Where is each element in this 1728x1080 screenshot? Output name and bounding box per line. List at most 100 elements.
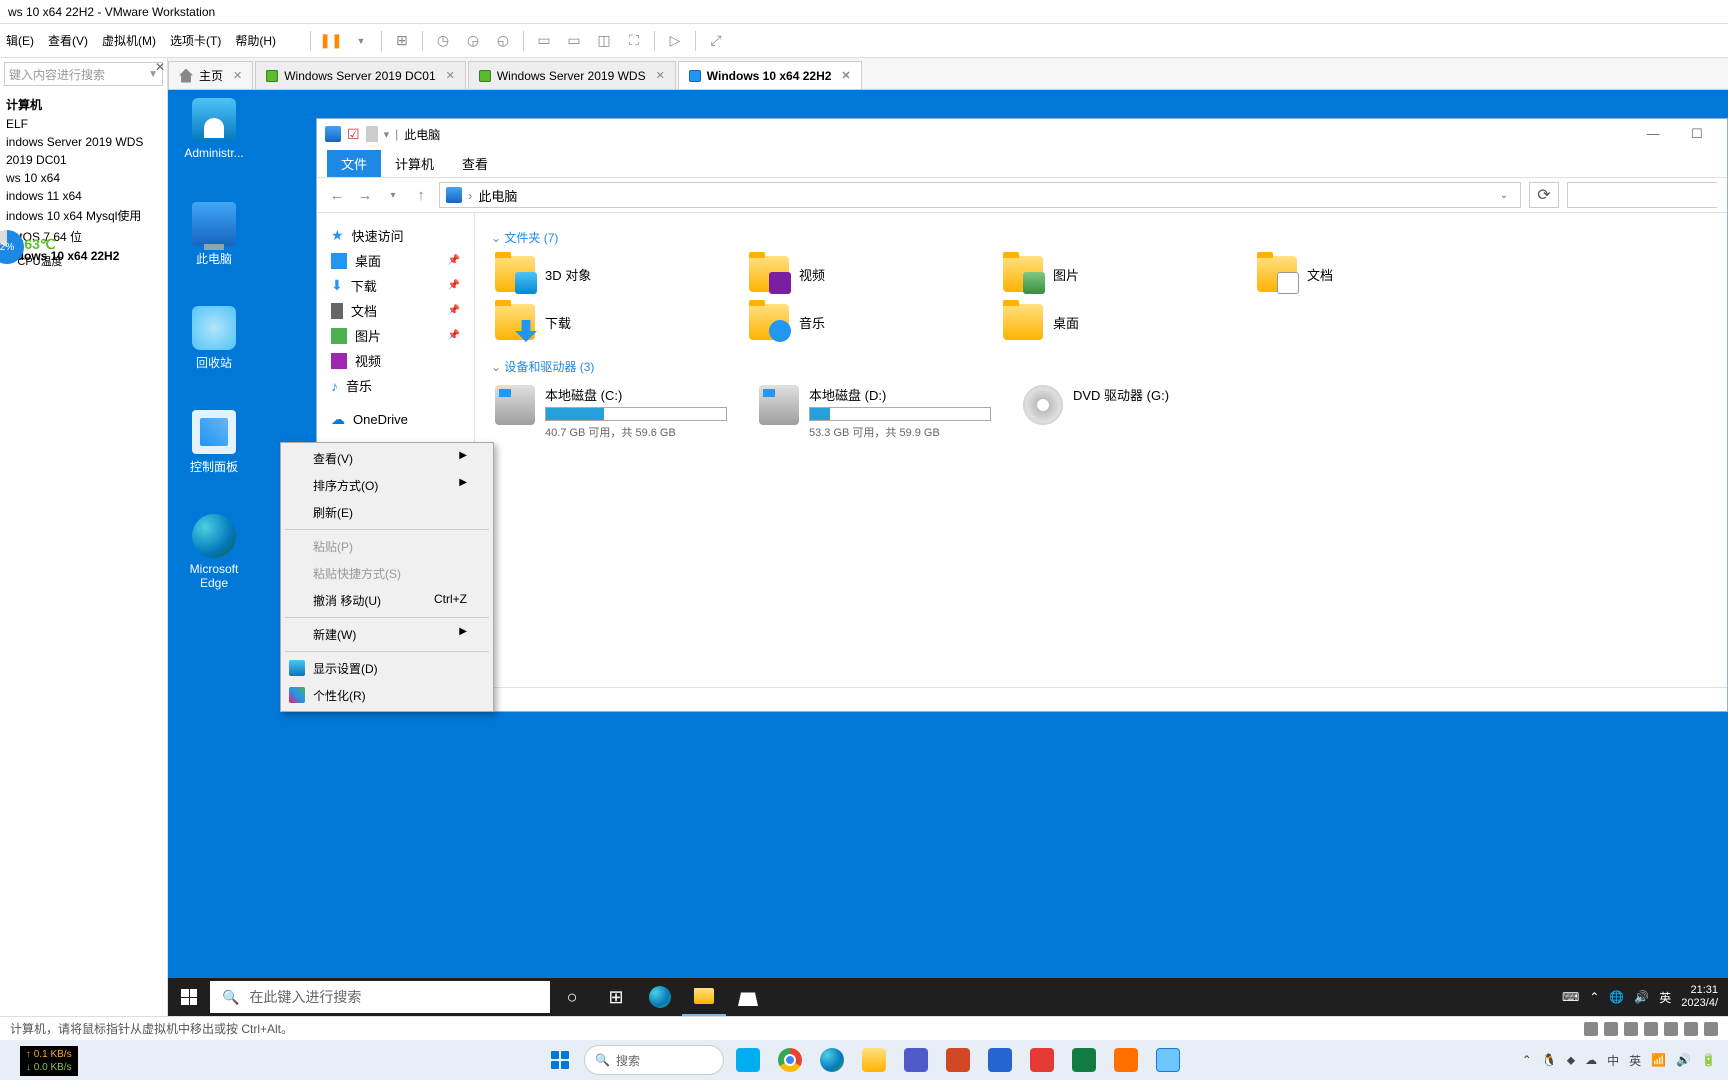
nav-history-button[interactable]: ▾ — [383, 190, 403, 201]
nav-back-button[interactable]: ← — [327, 187, 347, 204]
qat-dropdown-icon[interactable]: ▾ — [384, 128, 390, 141]
folder-documents[interactable]: 文档 — [1253, 252, 1483, 296]
ctx-sort[interactable]: 排序方式(O)▶ — [283, 472, 491, 499]
section-folders[interactable]: 文件夹 (7) — [491, 229, 1711, 246]
taskbar-explorer[interactable] — [682, 978, 726, 1016]
view-console-icon[interactable]: ▭ — [564, 31, 584, 51]
device-hdd-icon[interactable] — [1584, 1022, 1598, 1036]
tree-item[interactable]: ELF — [2, 115, 165, 133]
minimize-button[interactable]: — — [1639, 126, 1667, 142]
close-icon[interactable]: ✕ — [841, 69, 850, 82]
ribbon-tab-view[interactable]: 查看 — [448, 150, 502, 177]
ime-indicator-icon[interactable]: ⌨ — [1562, 990, 1579, 1004]
tray-app-icon[interactable]: ⬥ — [1567, 1053, 1575, 1068]
ctx-undo[interactable]: 撤消 移动(U)Ctrl+Z — [283, 587, 491, 614]
menu-vm[interactable]: 虚拟机(M) — [102, 32, 156, 49]
taskbar-excel[interactable] — [1066, 1042, 1102, 1078]
nav-documents[interactable]: 文档📌 — [323, 298, 468, 323]
device-printer-icon[interactable] — [1684, 1022, 1698, 1036]
start-button[interactable] — [168, 978, 210, 1016]
drive-d[interactable]: 本地磁盘 (D:) 53.3 GB 可用，共 59.9 GB — [755, 381, 995, 444]
refresh-button[interactable]: ⟳ — [1529, 182, 1559, 208]
folder-3d-objects[interactable]: 3D 对象 — [491, 252, 721, 296]
taskbar-search-input[interactable]: 🔍 在此键入进行搜索 — [210, 981, 550, 1013]
nav-onedrive[interactable]: ☁OneDrive — [323, 408, 468, 431]
explorer-content-pane[interactable]: 文件夹 (7) 3D 对象 视频 图片 文档 下载 音乐 桌面 设备和驱动器 (… — [475, 213, 1727, 687]
folder-downloads[interactable]: 下载 — [491, 300, 721, 344]
view-unity-icon[interactable]: ◫ — [594, 31, 614, 51]
tab-home[interactable]: 主页 ✕ — [168, 61, 253, 89]
snapshot-revert-icon[interactable]: ◶ — [463, 31, 483, 51]
taskbar-vmware[interactable] — [1108, 1042, 1144, 1078]
tab-wds[interactable]: Windows Server 2019 WDS ✕ — [468, 61, 676, 89]
pause-icon[interactable]: ❚❚ — [321, 31, 341, 51]
section-drives[interactable]: 设备和驱动器 (3) — [491, 358, 1711, 375]
tree-item[interactable]: indows Server 2019 WDS — [2, 133, 165, 151]
nav-quick-access[interactable]: ★快速访问 — [323, 223, 468, 248]
view-fullscreen-icon[interactable]: ⛶ — [624, 31, 644, 51]
wifi-icon[interactable]: 📶 — [1651, 1053, 1666, 1067]
taskbar-store[interactable] — [726, 978, 770, 1016]
volume-icon[interactable]: 🔊 — [1676, 1053, 1691, 1067]
send-ctrl-alt-del-icon[interactable]: ⊞ — [392, 31, 412, 51]
device-sound-icon[interactable] — [1664, 1022, 1678, 1036]
nav-forward-button[interactable]: → — [355, 187, 375, 204]
taskbar-explorer[interactable] — [856, 1042, 892, 1078]
device-display-icon[interactable] — [1704, 1022, 1718, 1036]
ribbon-tab-computer[interactable]: 计算机 — [381, 150, 448, 177]
folder-desktop[interactable]: 桌面 — [999, 300, 1229, 344]
desktop-icon-control-panel[interactable]: 控制面板 — [178, 410, 250, 475]
tree-item[interactable]: indows 10 x64 Mysql使用 — [2, 205, 165, 226]
maximize-button[interactable]: ☐ — [1683, 126, 1711, 142]
snapshot-icon[interactable]: ◷ — [433, 31, 453, 51]
taskbar-app[interactable] — [730, 1042, 766, 1078]
guest-vm-screen[interactable]: Administr... 此电脑 回收站 控制面板 Microsoft Edge… — [168, 90, 1728, 1016]
taskbar-notepad[interactable] — [1150, 1042, 1186, 1078]
properties-icon[interactable]: ☑ — [347, 127, 360, 141]
tree-item[interactable]: 2019 DC01 — [2, 151, 165, 169]
taskbar-app[interactable] — [898, 1042, 934, 1078]
ctx-new[interactable]: 新建(W)▶ — [283, 621, 491, 648]
tree-item[interactable]: ws 10 x64 — [2, 169, 165, 187]
address-bar[interactable]: › 此电脑 ⌄ — [439, 182, 1521, 208]
tree-item[interactable]: indows 11 x64 — [2, 187, 165, 205]
desktop-icon-edge[interactable]: Microsoft Edge — [178, 514, 250, 590]
nav-videos[interactable]: 视频 — [323, 348, 468, 373]
desktop-icon-thispc[interactable]: 此电脑 — [178, 202, 250, 267]
explorer-titlebar[interactable]: ☑ ▾ | 此电脑 — ☐ — [317, 119, 1727, 149]
nav-music[interactable]: ♪音乐 — [323, 373, 468, 398]
tree-my-computer[interactable]: 计算机 — [2, 94, 165, 115]
battery-icon[interactable]: 🔋 — [1701, 1053, 1716, 1067]
taskbar-app[interactable] — [1024, 1042, 1060, 1078]
ctx-refresh[interactable]: 刷新(E) — [283, 499, 491, 526]
tray-chevron-icon[interactable]: ⌃ — [1522, 1053, 1532, 1067]
ctx-view[interactable]: 查看(V)▶ — [283, 445, 491, 472]
tray-qq-icon[interactable]: 🐧 — [1542, 1053, 1557, 1067]
snapshot-manage-icon[interactable]: ◵ — [493, 31, 513, 51]
close-icon[interactable]: ✕ — [656, 69, 665, 82]
host-start-button[interactable] — [542, 1042, 578, 1078]
addr-dropdown-icon[interactable]: ⌄ — [1494, 190, 1514, 201]
nav-downloads[interactable]: ⬇下载📌 — [323, 273, 468, 298]
host-search-input[interactable]: 🔍搜索 — [584, 1045, 724, 1075]
menu-tabs[interactable]: 选项卡(T) — [170, 32, 221, 49]
drive-dvd[interactable]: DVD 驱动器 (G:) — [1019, 381, 1259, 444]
ctx-display-settings[interactable]: 显示设置(D) — [283, 655, 491, 682]
volume-icon[interactable]: 🔊 — [1634, 990, 1649, 1004]
task-view-button[interactable]: ⊞ — [594, 978, 638, 1016]
folder-pictures[interactable]: 图片 — [999, 252, 1229, 296]
network-icon[interactable]: 🌐 — [1609, 990, 1624, 1004]
menu-edit[interactable]: 辑(E) — [6, 32, 34, 49]
nav-up-button[interactable]: ↑ — [411, 187, 431, 204]
ime-mode[interactable]: 英 — [1629, 1052, 1641, 1069]
clock[interactable]: 21:31 2023/4/ — [1681, 984, 1718, 1010]
device-cd-icon[interactable] — [1604, 1022, 1618, 1036]
close-icon[interactable]: ✕ — [233, 69, 242, 82]
taskbar-edge[interactable] — [814, 1042, 850, 1078]
panel-close-icon[interactable]: ✕ — [155, 60, 165, 74]
nav-pictures[interactable]: 图片📌 — [323, 323, 468, 348]
ime-lang[interactable]: 中 — [1607, 1052, 1619, 1069]
doc-icon[interactable] — [366, 126, 378, 142]
drive-c[interactable]: 本地磁盘 (C:) 40.7 GB 可用，共 59.6 GB — [491, 381, 731, 444]
ctx-personalize[interactable]: 个性化(R) — [283, 682, 491, 709]
